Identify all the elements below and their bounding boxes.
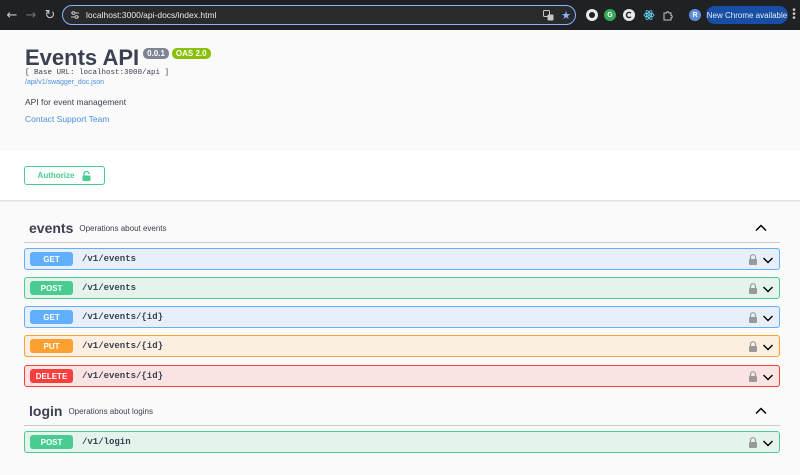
chevron-up-icon[interactable] <box>754 221 768 235</box>
api-info-section: Events API 0.0.1 OAS 2.0 [ Base URL: loc… <box>0 30 800 150</box>
operation-put-event-by-id[interactable]: PUT /v1/events/{id} <box>24 335 780 357</box>
chevron-down-icon[interactable] <box>762 312 774 324</box>
authorize-button[interactable]: Authorize <box>24 166 105 185</box>
title-row: Events API 0.0.1 OAS 2.0 <box>25 45 211 71</box>
operation-get-event-by-id[interactable]: GET /v1/events/{id} <box>24 306 780 328</box>
contact-support-link[interactable]: Contact Support Team <box>25 114 109 124</box>
tag-events-header[interactable]: events Operations about events <box>24 213 780 243</box>
scheme-container: Authorize <box>0 150 800 200</box>
chevron-down-icon[interactable] <box>762 371 774 383</box>
method-badge: POST <box>30 435 73 449</box>
chevron-down-icon[interactable] <box>762 254 774 266</box>
grammarly-extension-icon[interactable]: G <box>604 9 616 21</box>
tag-login-header[interactable]: login Operations about logins <box>24 396 780 426</box>
operation-get-events[interactable]: GET /v1/events <box>24 248 780 270</box>
method-badge: DELETE <box>30 369 73 383</box>
method-badge: POST <box>30 281 73 295</box>
site-info-icon[interactable] <box>67 7 83 23</box>
bookmark-star-icon[interactable]: ★ <box>561 9 571 22</box>
chevron-down-icon[interactable] <box>762 437 774 449</box>
method-badge: PUT <box>30 339 73 353</box>
lock-icon[interactable] <box>748 254 758 265</box>
address-bar[interactable]: localhost:3000/api-docs/index.html ★ <box>62 5 576 25</box>
operation-path: /v1/login <box>82 437 131 447</box>
extension-c-icon[interactable] <box>623 9 635 21</box>
method-badge: GET <box>30 310 73 324</box>
forward-icon[interactable]: → <box>22 6 40 24</box>
operation-path: /v1/events <box>82 283 137 293</box>
operation-post-login[interactable]: POST /v1/login <box>24 431 780 453</box>
authorize-label: Authorize <box>37 171 75 180</box>
oas-badge: OAS 2.0 <box>171 48 211 59</box>
operation-path: /v1/events/{id} <box>82 341 164 351</box>
operation-post-events[interactable]: POST /v1/events <box>24 277 780 299</box>
tag-name: events <box>29 219 74 236</box>
tag-description: Operations about logins <box>68 407 153 416</box>
base-url: [ Base URL: localhost:3000/api ] <box>25 69 170 77</box>
swagger-doc-link[interactable]: /api/v1/swagger_doc.json <box>25 79 104 86</box>
back-icon[interactable]: ← <box>3 6 21 24</box>
react-devtools-icon[interactable] <box>643 9 655 21</box>
reload-icon[interactable]: ↻ <box>41 6 59 24</box>
unlocked-icon <box>82 170 91 181</box>
operation-path: /v1/events <box>82 254 137 264</box>
extensions-puzzle-icon[interactable] <box>662 9 674 21</box>
api-description: API for event management <box>25 97 127 107</box>
operation-delete-event-by-id[interactable]: DELETE /v1/events/{id} <box>24 365 780 387</box>
tag-name: login <box>29 402 63 419</box>
lock-icon[interactable] <box>748 371 758 382</box>
chrome-menu-icon[interactable]: • • • <box>791 6 797 24</box>
operation-path: /v1/events/{id} <box>82 371 164 381</box>
translate-icon[interactable] <box>541 8 555 22</box>
chevron-up-icon[interactable] <box>754 404 768 418</box>
browser-toolbar: ← → ↻ localhost:3000/api-docs/index.html… <box>0 0 800 30</box>
lock-icon[interactable] <box>748 437 758 448</box>
page-title: Events API <box>25 45 140 70</box>
version-badge: 0.0.1 <box>143 48 169 59</box>
new-chrome-available-button[interactable]: New Chrome available <box>706 6 788 24</box>
operation-path: /v1/events/{id} <box>82 312 164 322</box>
extension-circle-icon[interactable] <box>586 9 598 21</box>
chevron-down-icon[interactable] <box>762 283 774 295</box>
lock-icon[interactable] <box>748 283 758 294</box>
url-text[interactable]: localhost:3000/api-docs/index.html <box>86 10 541 20</box>
chevron-down-icon[interactable] <box>762 341 774 353</box>
lock-icon[interactable] <box>748 312 758 323</box>
tag-description: Operations about events <box>79 224 167 233</box>
profile-avatar[interactable]: R <box>689 9 701 21</box>
method-badge: GET <box>30 252 73 266</box>
lock-icon[interactable] <box>748 341 758 352</box>
